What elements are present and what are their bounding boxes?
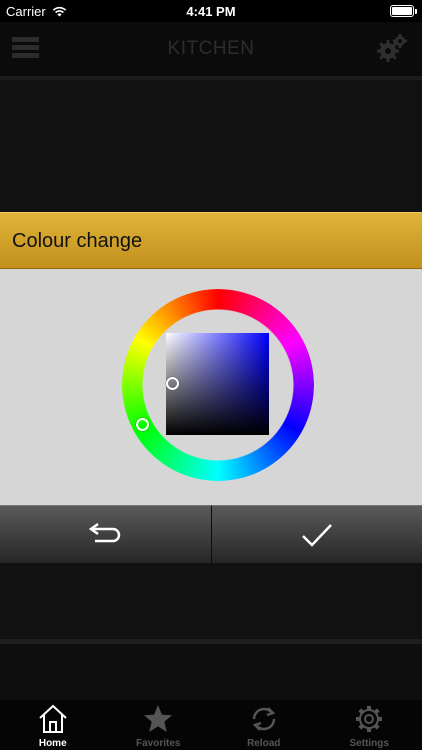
content-area-lower — [0, 563, 422, 639]
tab-reload-label: Reload — [247, 738, 281, 749]
reload-icon — [252, 707, 276, 731]
page-title: KITCHEN — [167, 38, 255, 59]
cancel-button[interactable] — [0, 505, 211, 563]
tab-settings[interactable]: Settings — [317, 700, 422, 750]
dialog-buttons — [0, 505, 422, 563]
status-time: 4:41 PM — [186, 4, 236, 19]
hue-selector-handle[interactable] — [136, 418, 149, 431]
home-icon — [39, 704, 67, 733]
checkmark-icon — [301, 523, 332, 547]
app-header: KITCHEN — [0, 22, 422, 76]
status-bar: Carrier 4:41 PM — [0, 0, 422, 22]
star-icon — [144, 705, 173, 732]
tab-home[interactable]: Home — [0, 700, 106, 750]
dialog-title: Colour change — [12, 230, 143, 252]
undo-arrow-icon — [89, 522, 121, 542]
battery-icon — [390, 5, 417, 17]
tab-bar: Home Favorites Reload Settings — [0, 700, 422, 750]
content-area-bottom — [0, 644, 422, 700]
dialog-header: Colour change — [0, 212, 422, 269]
gear-icon — [356, 706, 383, 732]
content-area — [0, 80, 422, 212]
battery-level — [392, 7, 412, 15]
settings-gear-icon[interactable] — [376, 32, 408, 64]
tab-settings-label: Settings — [349, 738, 389, 749]
color-picker-panel — [0, 269, 422, 505]
saturation-selector-handle[interactable] — [166, 377, 179, 390]
confirm-button[interactable] — [210, 505, 422, 563]
tab-home-label: Home — [38, 738, 67, 749]
tab-favorites-label: Favorites — [136, 738, 181, 749]
saturation-value-square[interactable] — [166, 333, 269, 435]
tab-reload[interactable]: Reload — [211, 700, 317, 750]
color-picker — [122, 289, 314, 481]
tab-favorites[interactable]: Favorites — [106, 700, 212, 750]
